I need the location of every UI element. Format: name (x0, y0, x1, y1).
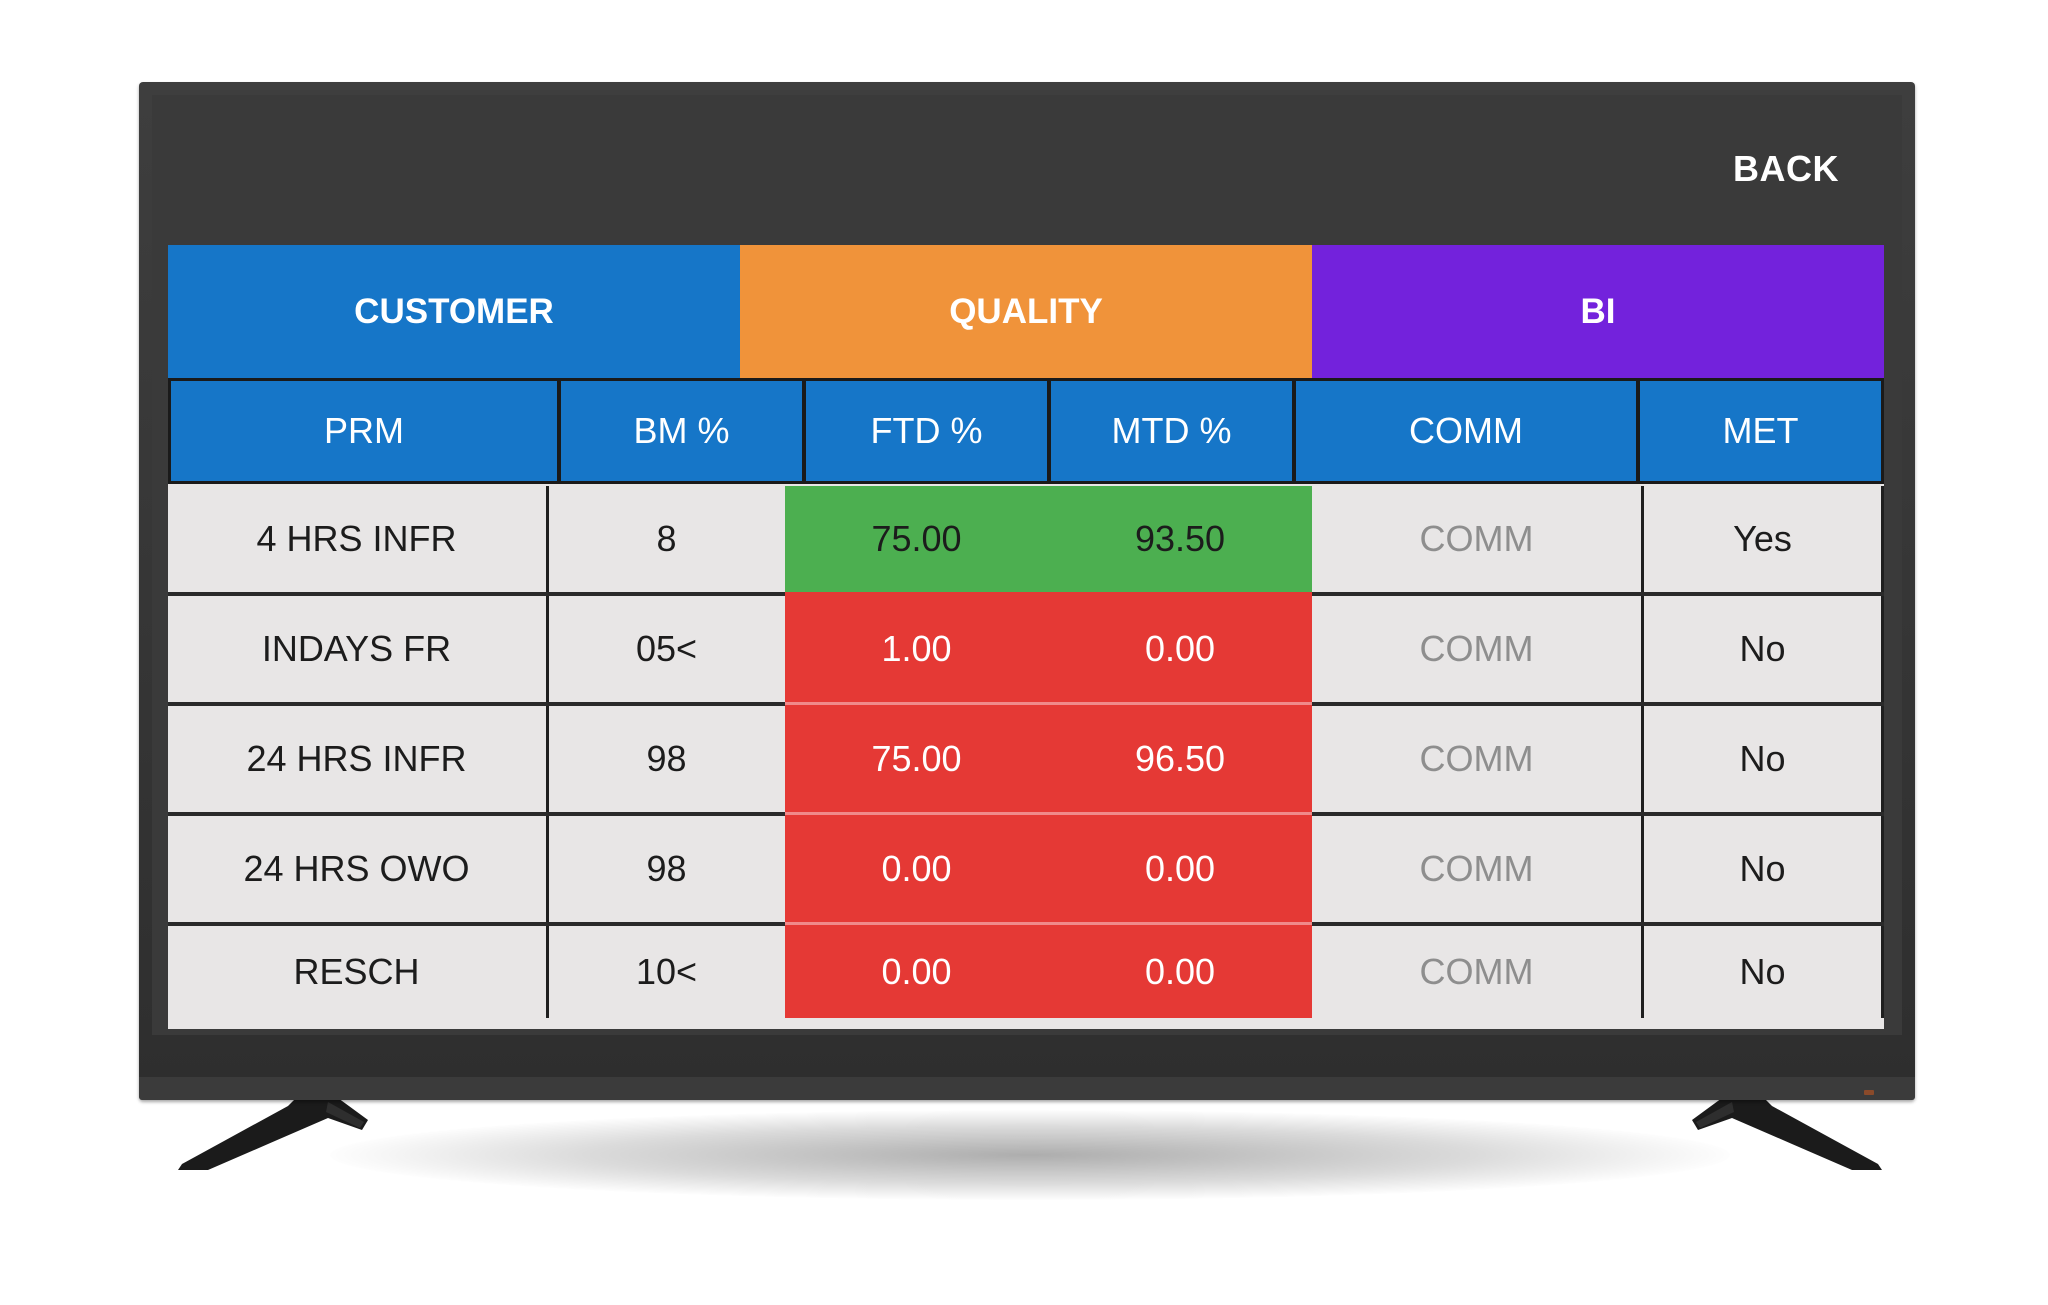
cell-prm: 24 HRS INFR (168, 706, 545, 812)
cell-comm[interactable]: COMM (1312, 596, 1641, 702)
tab-customer[interactable]: CUSTOMER (168, 245, 740, 378)
cell-bm: 05< (549, 596, 784, 702)
row-divider (1312, 922, 1884, 926)
table-header: PRM BM % FTD % MTD % COMM MET (168, 378, 1884, 484)
tv-mockup: BACK CUSTOMER QUALITY BI PRM BM % FTD % … (0, 0, 2048, 1305)
column-header-comm: COMM (1296, 381, 1636, 481)
column-divider (546, 486, 549, 1018)
row-divider (785, 812, 1312, 815)
row-divider (785, 922, 1312, 925)
column-header-met: MET (1640, 381, 1881, 481)
category-tabs: CUSTOMER QUALITY BI (168, 245, 1884, 378)
tv-stand-left (178, 1098, 368, 1170)
top-bar: BACK (152, 95, 1902, 243)
cell-ftd: 75.00 (871, 518, 962, 559)
column-header-mtd: MTD % (1051, 381, 1292, 481)
row-divider (785, 702, 1312, 705)
table-row[interactable]: INDAYS FR 05< 1.00 0.00 COMM No (168, 596, 1884, 706)
cell-met: No (1644, 706, 1881, 812)
table-row[interactable]: RESCH 10< 0.00 0.00 COMM No (168, 926, 1884, 1036)
cell-met: Yes (1644, 486, 1881, 592)
cell-comm[interactable]: COMM (1312, 486, 1641, 592)
cell-bm: 10< (549, 926, 784, 1018)
column-divider (1641, 486, 1644, 1018)
cell-met: No (1644, 816, 1881, 922)
row-divider (168, 812, 785, 816)
cell-mtd: 0.00 (1144, 951, 1216, 992)
back-button[interactable]: BACK (1670, 95, 1902, 243)
column-header-bm: BM % (561, 381, 802, 481)
row-divider (1312, 812, 1884, 816)
cell-met: No (1644, 596, 1881, 702)
row-divider (1312, 702, 1884, 706)
cell-prm: 4 HRS INFR (168, 486, 545, 592)
floor-shadow (330, 1110, 1730, 1200)
cell-ftd: 0.00 (881, 848, 952, 889)
column-divider (1881, 486, 1884, 1018)
cell-mtd: 0.00 (1144, 628, 1216, 669)
cell-bm: 8 (549, 486, 784, 592)
row-divider (1312, 592, 1884, 596)
table-row[interactable]: 4 HRS INFR 8 75.00 93.50 COMM Yes (168, 486, 1884, 596)
cell-prm: INDAYS FR (168, 596, 545, 702)
cell-ftd: 75.00 (871, 738, 962, 779)
row-divider (168, 922, 785, 926)
table-row[interactable]: 24 HRS INFR 98 75.00 96.50 COMM No (168, 706, 1884, 816)
cell-mtd: 0.00 (1144, 848, 1216, 889)
row-divider (168, 592, 785, 596)
cell-prm: 24 HRS OWO (168, 816, 545, 922)
cell-bm: 98 (549, 816, 784, 922)
column-header-ftd: FTD % (806, 381, 1047, 481)
tv-screen: BACK CUSTOMER QUALITY BI PRM BM % FTD % … (152, 95, 1902, 1035)
tv-stand-right (1692, 1098, 1882, 1170)
dashboard-panel: CUSTOMER QUALITY BI PRM BM % FTD % MTD %… (168, 245, 1884, 1029)
table-row[interactable]: 24 HRS OWO 98 0.00 0.00 COMM No (168, 816, 1884, 926)
tab-quality[interactable]: QUALITY (740, 245, 1312, 378)
cell-comm[interactable]: COMM (1312, 926, 1641, 1018)
cell-mtd: 96.50 (1134, 738, 1226, 779)
tv-bottom-bezel (139, 1077, 1915, 1100)
table-body: 4 HRS INFR 8 75.00 93.50 COMM Yes INDAYS… (168, 486, 1884, 1029)
cell-prm: RESCH (168, 926, 545, 1018)
row-divider (785, 592, 1312, 596)
power-led-icon (1864, 1090, 1874, 1095)
cell-comm[interactable]: COMM (1312, 816, 1641, 922)
cell-bm: 98 (549, 706, 784, 812)
cell-met: No (1644, 926, 1881, 1018)
tab-bi[interactable]: BI (1312, 245, 1884, 378)
cell-comm[interactable]: COMM (1312, 706, 1641, 812)
row-divider (168, 702, 785, 706)
cell-ftd: 0.00 (881, 951, 952, 992)
cell-ftd: 1.00 (881, 628, 952, 669)
cell-mtd: 93.50 (1134, 518, 1226, 559)
column-header-prm: PRM (171, 381, 557, 481)
